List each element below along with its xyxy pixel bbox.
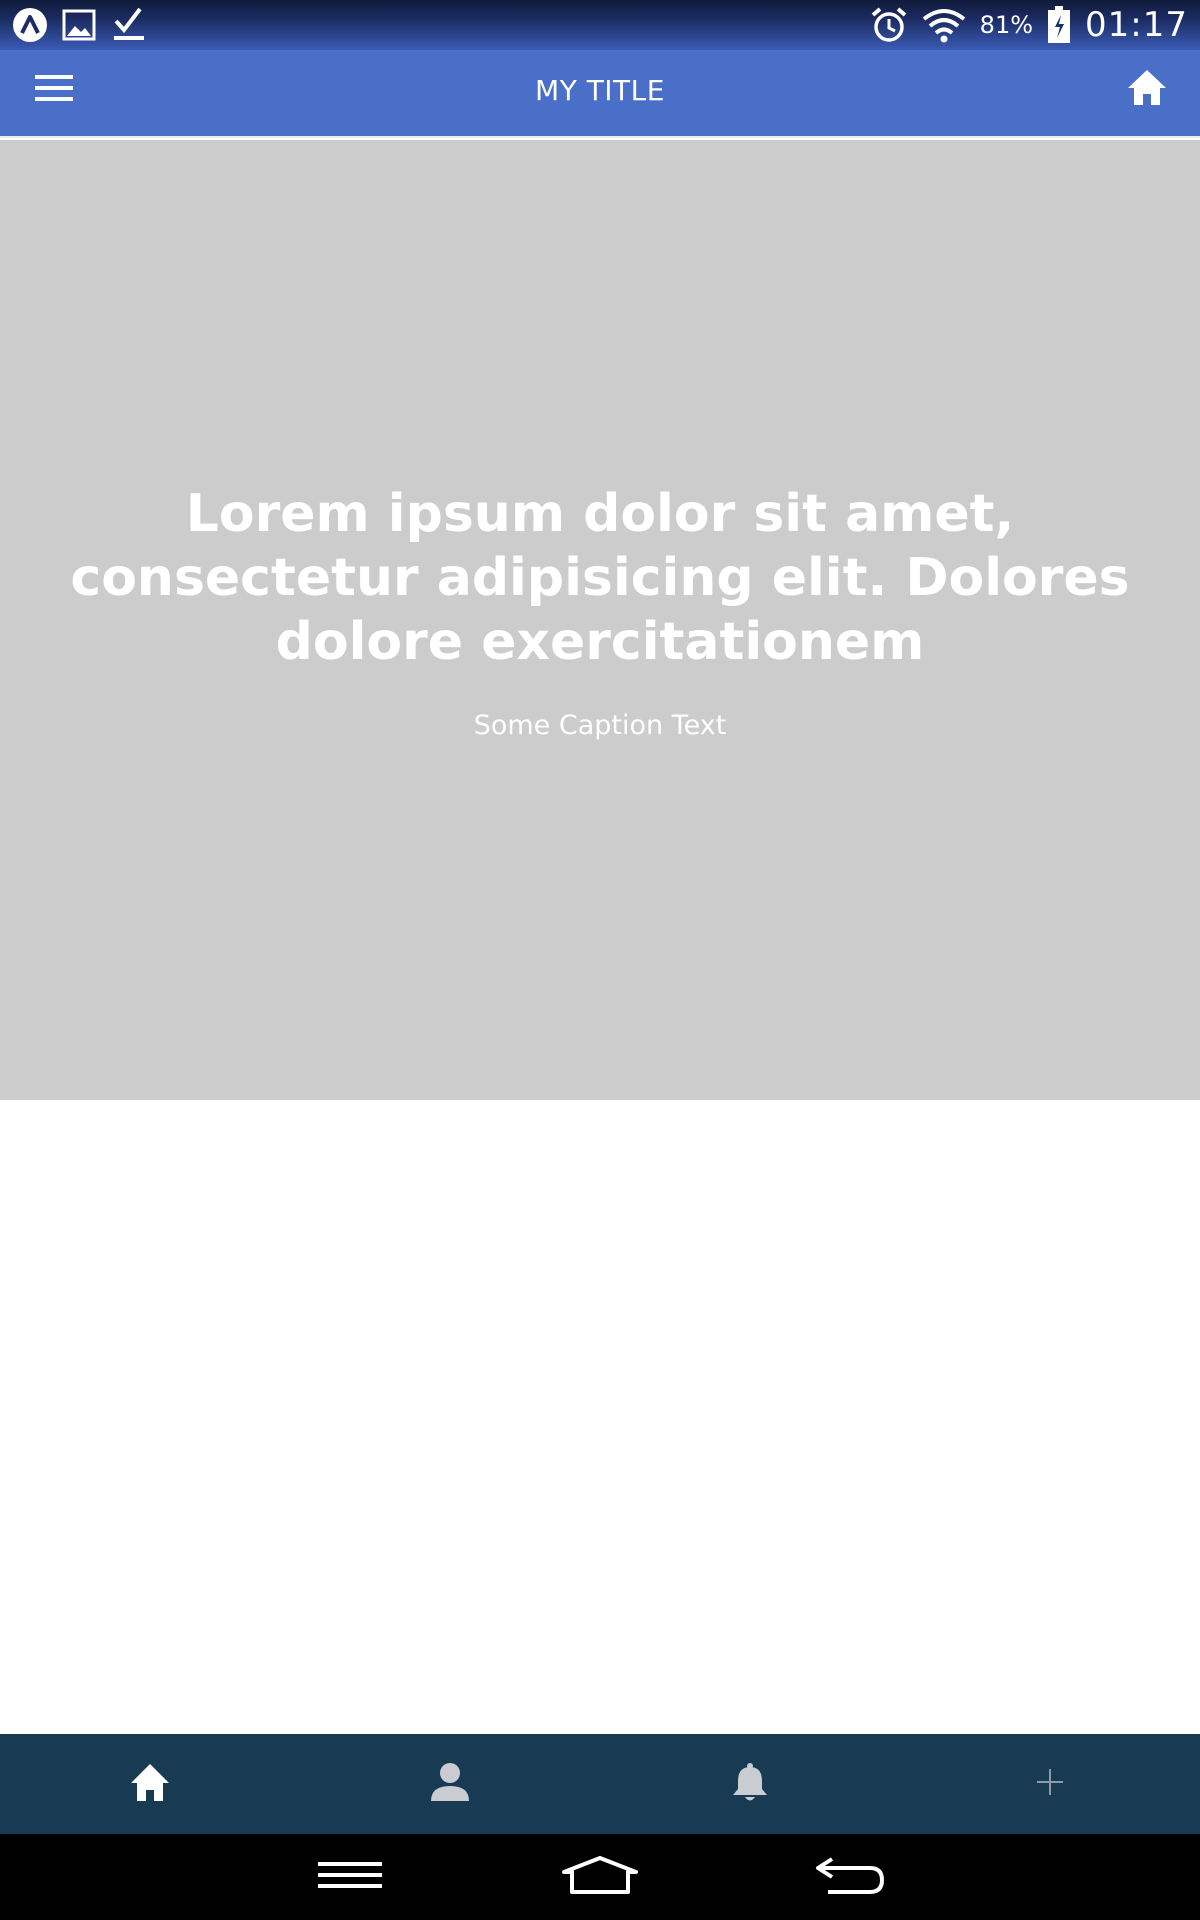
plus-icon xyxy=(1035,1767,1065,1801)
status-bar: 81% 01:17 xyxy=(0,0,1200,50)
tab-add[interactable] xyxy=(900,1734,1200,1834)
bell-icon xyxy=(731,1762,769,1806)
tab-profile[interactable] xyxy=(300,1734,600,1834)
screen: 81% 01:17 MY TITLE Lorem ipsum dolor sit… xyxy=(0,0,1200,1920)
tab-home[interactable] xyxy=(0,1734,300,1834)
recent-apps-button[interactable] xyxy=(310,1852,390,1902)
hero-caption: Some Caption Text xyxy=(473,710,727,741)
app-bar: MY TITLE xyxy=(0,50,1200,138)
status-bar-right: 81% 01:17 xyxy=(870,5,1188,45)
content-area xyxy=(0,1100,1200,1734)
image-icon xyxy=(62,8,96,42)
alarm-icon xyxy=(870,6,908,44)
home-outline-icon xyxy=(560,1855,640,1899)
recent-apps-icon xyxy=(318,1860,382,1894)
home-icon xyxy=(1126,68,1168,110)
back-button[interactable] xyxy=(810,1852,890,1902)
hero-heading: Lorem ipsum dolor sit amet, consectetur … xyxy=(70,484,1130,672)
system-home-button[interactable] xyxy=(560,1852,640,1902)
battery-percent: 81% xyxy=(979,11,1034,39)
home-icon xyxy=(129,1762,171,1806)
status-time: 01:17 xyxy=(1085,5,1188,45)
bottom-tab-bar xyxy=(0,1734,1200,1834)
home-button[interactable] xyxy=(1118,60,1176,118)
wifi-icon xyxy=(922,7,966,43)
app-icon xyxy=(12,7,48,43)
system-nav-bar xyxy=(0,1834,1200,1920)
tab-notifications[interactable] xyxy=(600,1734,900,1834)
status-bar-left xyxy=(12,7,146,43)
person-icon xyxy=(430,1762,470,1806)
hero-banner: Lorem ipsum dolor sit amet, consectetur … xyxy=(0,140,1200,1100)
page-title: MY TITLE xyxy=(535,74,665,107)
back-icon xyxy=(814,1855,886,1899)
battery-charging-icon xyxy=(1047,6,1071,44)
download-done-icon xyxy=(110,7,146,43)
